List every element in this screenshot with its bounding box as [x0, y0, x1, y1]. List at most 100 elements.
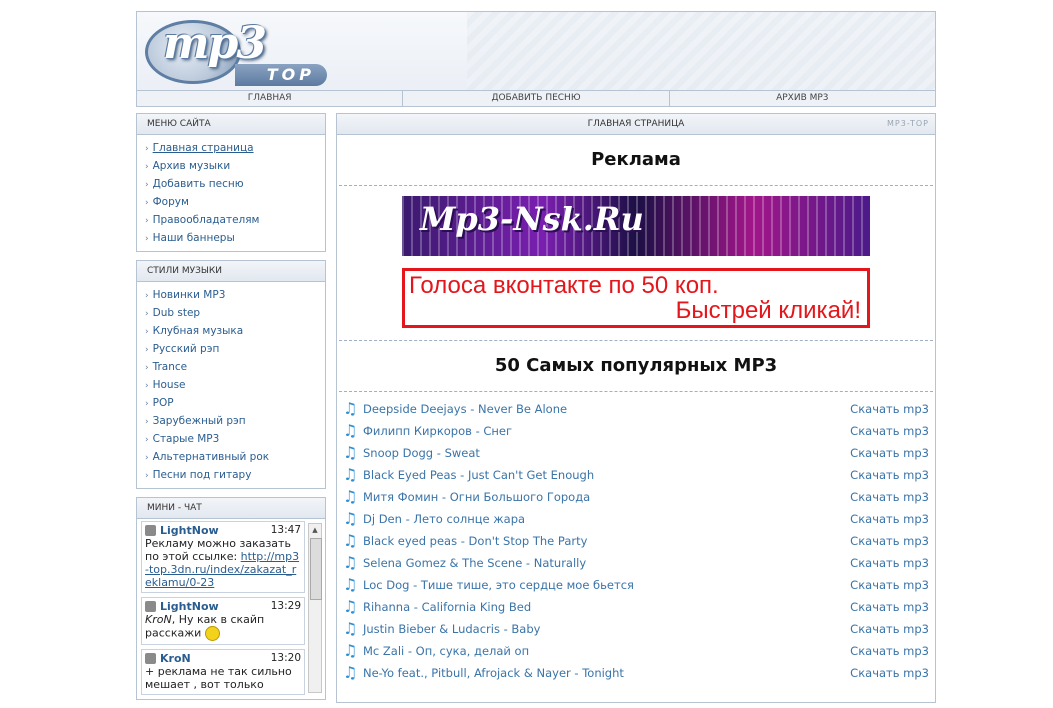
- arrow-icon: ›: [145, 345, 149, 355]
- music-style-item[interactable]: › Старые MP3: [145, 430, 325, 448]
- download-link[interactable]: Скачать mp3: [850, 578, 929, 592]
- music-style-item[interactable]: › Русский рэп: [145, 340, 325, 358]
- song-title[interactable]: Deepside Deejays - Never Be Alone: [363, 402, 567, 416]
- song-title[interactable]: Black Eyed Peas - Just Can't Get Enough: [363, 468, 594, 482]
- music-note-icon: ♫: [343, 597, 358, 616]
- song-link[interactable]: ♫ Mc Zali - Оп, сука, делай оп: [343, 642, 529, 660]
- song-link[interactable]: ♫ Филипп Киркоров - Снег: [343, 422, 512, 440]
- download-link[interactable]: Скачать mp3: [850, 644, 929, 658]
- download-link[interactable]: Скачать mp3: [850, 666, 929, 680]
- chat-user[interactable]: LightNow: [145, 600, 219, 613]
- site-menu-item-label[interactable]: Главная страница: [153, 142, 254, 154]
- music-style-item[interactable]: › POP: [145, 394, 325, 412]
- arrow-icon: ›: [145, 291, 149, 301]
- vk-votes-banner[interactable]: Голоса вконтакте по 50 коп. Быстрей клик…: [402, 268, 870, 328]
- arrow-icon: ›: [145, 435, 149, 445]
- music-style-item-label[interactable]: Песни под гитару: [153, 469, 252, 481]
- download-link[interactable]: Скачать mp3: [850, 622, 929, 636]
- chat-scrollbar[interactable]: ▲: [308, 523, 322, 693]
- music-style-item[interactable]: › Новинки MP3: [145, 286, 325, 304]
- site-menu-item-label[interactable]: Правообладателям: [153, 214, 260, 226]
- site-menu-item[interactable]: › Добавить песню: [145, 175, 325, 193]
- song-link[interactable]: ♫ Justin Bieber & Ludacris - Baby: [343, 620, 540, 638]
- song-title[interactable]: Митя Фомин - Огни Большого Города: [363, 490, 590, 504]
- site-menu-item[interactable]: › Главная страница: [145, 139, 325, 157]
- music-style-item-label[interactable]: Русский рэп: [153, 343, 220, 355]
- music-style-item-label[interactable]: Dub step: [153, 307, 200, 319]
- song-title[interactable]: Rihanna - California King Bed: [363, 600, 531, 614]
- music-style-item[interactable]: › Песни под гитару: [145, 466, 325, 484]
- music-style-item-label[interactable]: POP: [153, 397, 174, 409]
- music-style-item-label[interactable]: Зарубежный рэп: [153, 415, 246, 427]
- scroll-thumb[interactable]: [310, 538, 322, 600]
- chat-user[interactable]: KroN: [145, 652, 191, 665]
- song-title[interactable]: Justin Bieber & Ludacris - Baby: [363, 622, 540, 636]
- chat-user[interactable]: LightNow: [145, 524, 219, 537]
- song-link[interactable]: ♫ Black eyed peas - Don't Stop The Party: [343, 532, 587, 550]
- site-menu-block: МЕНЮ САЙТА › Главная страница › Архив музык…: [136, 113, 326, 252]
- download-link[interactable]: Скачать mp3: [850, 468, 929, 482]
- site-menu-item[interactable]: › Форум: [145, 193, 325, 211]
- music-style-item-label[interactable]: Trance: [153, 361, 188, 373]
- song-link[interactable]: ♫ Selena Gomez & The Scene - Naturally: [343, 554, 586, 572]
- nav-home[interactable]: ГЛАВНАЯ: [137, 91, 404, 106]
- music-style-item[interactable]: › House: [145, 376, 325, 394]
- music-style-item[interactable]: › Dub step: [145, 304, 325, 322]
- music-style-item-label[interactable]: House: [153, 379, 186, 391]
- music-style-item[interactable]: › Зарубежный рэп: [145, 412, 325, 430]
- arrow-icon: ›: [145, 381, 149, 391]
- music-style-item-label[interactable]: Старые MP3: [153, 433, 220, 445]
- song-title[interactable]: Dj Den - Лето солнце жара: [363, 512, 525, 526]
- top-songs-title: 50 Самых популярных MP3: [494, 355, 778, 376]
- song-title[interactable]: Selena Gomez & The Scene - Naturally: [363, 556, 586, 570]
- song-title[interactable]: Филипп Киркоров - Снег: [363, 424, 512, 438]
- song-link[interactable]: ♫ Ne-Yo feat., Pitbull, Afrojack & Nayer …: [343, 664, 624, 682]
- song-title[interactable]: Black eyed peas - Don't Stop The Party: [363, 534, 587, 548]
- song-link[interactable]: ♫ Deepside Deejays - Never Be Alone: [343, 400, 567, 418]
- site-menu-item-label[interactable]: Наши баннеры: [153, 232, 235, 244]
- song-title[interactable]: Loc Dog - Тише тише, это сердце мое бьет…: [363, 578, 634, 592]
- music-style-item-label[interactable]: Альтернативный рок: [153, 451, 270, 463]
- music-style-item-label[interactable]: Клубная музыка: [153, 325, 244, 337]
- mp3-nsk-banner[interactable]: Mp3-Nsk.Ru: [402, 196, 870, 256]
- song-link[interactable]: ♫ Snoop Dogg - Sweat: [343, 444, 480, 462]
- nav-add-song[interactable]: ДОБАВИТЬ ПЕСНЮ: [403, 91, 670, 106]
- music-style-item-label[interactable]: Новинки MP3: [153, 289, 226, 301]
- download-link[interactable]: Скачать mp3: [850, 512, 929, 526]
- music-style-item[interactable]: › Клубная музыка: [145, 322, 325, 340]
- chat-username[interactable]: LightNow: [160, 524, 219, 537]
- chat-username[interactable]: LightNow: [160, 600, 219, 613]
- song-title[interactable]: Mc Zali - Оп, сука, делай оп: [363, 644, 529, 658]
- chat-addressee[interactable]: KroN: [145, 613, 172, 626]
- download-link[interactable]: Скачать mp3: [850, 424, 929, 438]
- music-note-icon: ♫: [343, 619, 358, 638]
- song-title[interactable]: Snoop Dogg - Sweat: [363, 446, 480, 460]
- music-style-item[interactable]: › Альтернативный рок: [145, 448, 325, 466]
- song-link[interactable]: ♫ Митя Фомин - Огни Большого Города: [343, 488, 590, 506]
- download-link[interactable]: Скачать mp3: [850, 446, 929, 460]
- site-menu-item-label[interactable]: Добавить песню: [153, 178, 244, 190]
- site-menu-item-label[interactable]: Архив музыки: [153, 160, 231, 172]
- song-link[interactable]: ♫ Rihanna - California King Bed: [343, 598, 531, 616]
- arrow-icon: ›: [145, 144, 149, 154]
- download-link[interactable]: Скачать mp3: [850, 402, 929, 416]
- download-link[interactable]: Скачать mp3: [850, 490, 929, 504]
- chat-username[interactable]: KroN: [160, 652, 191, 665]
- site-logo[interactable]: mp3 TOP: [145, 16, 345, 92]
- song-link[interactable]: ♫ Dj Den - Лето солнце жара: [343, 510, 525, 528]
- download-link[interactable]: Скачать mp3: [850, 600, 929, 614]
- site-menu-item[interactable]: › Архив музыки: [145, 157, 325, 175]
- download-link[interactable]: Скачать mp3: [850, 556, 929, 570]
- site-menu-item[interactable]: › Наши баннеры: [145, 229, 325, 247]
- download-link[interactable]: Скачать mp3: [850, 534, 929, 548]
- nav-archive[interactable]: АРХИВ MP3: [670, 91, 935, 106]
- site-menu-item[interactable]: › Правообладателям: [145, 211, 325, 229]
- song-row: ♫ Rihanna - California King Bed Скачать mp…: [343, 596, 929, 618]
- song-title[interactable]: Ne-Yo feat., Pitbull, Afrojack & Nayer -…: [363, 666, 624, 680]
- song-link[interactable]: ♫ Black Eyed Peas - Just Can't Get Enough: [343, 466, 594, 484]
- song-link[interactable]: ♫ Loc Dog - Тише тише, это сердце мое бье…: [343, 576, 634, 594]
- music-style-item[interactable]: › Trance: [145, 358, 325, 376]
- scroll-up-icon[interactable]: ▲: [309, 524, 321, 536]
- song-row: ♫ Selena Gomez & The Scene - Naturally Ска…: [343, 552, 929, 574]
- site-menu-item-label[interactable]: Форум: [153, 196, 189, 208]
